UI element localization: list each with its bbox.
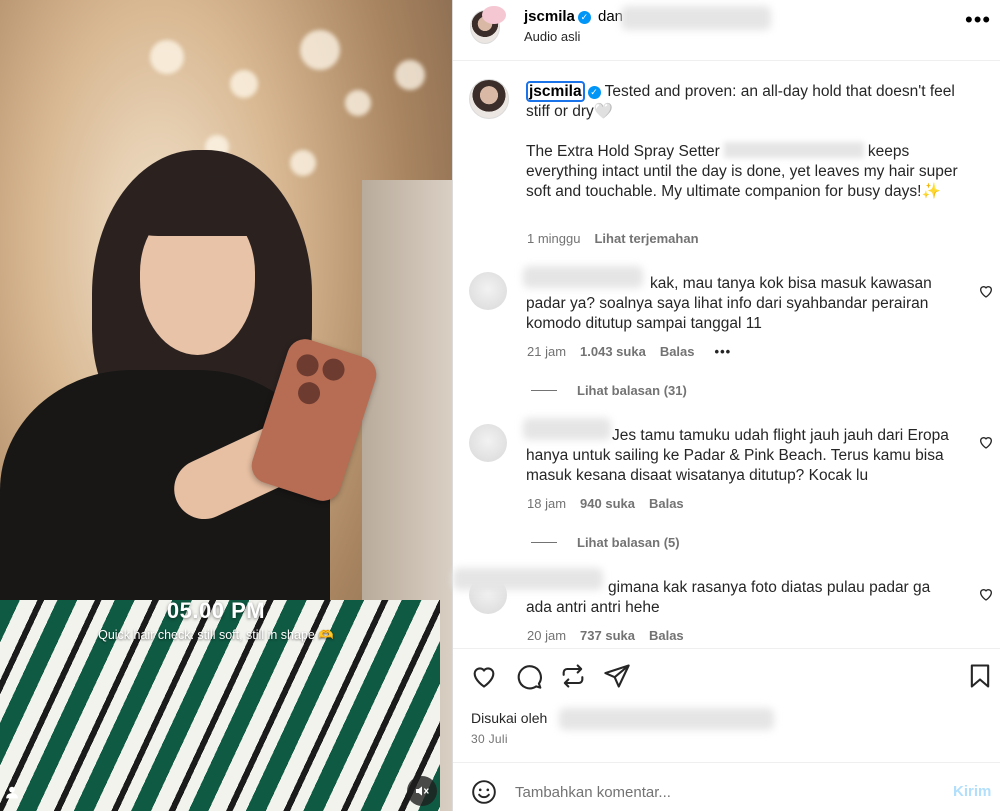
post-comment-button[interactable]: Kirim xyxy=(953,783,991,800)
comment-text: Jes tamu tamuku udah flight jauh jauh da… xyxy=(526,427,949,484)
video-time-overlay: 05.00 PM xyxy=(166,598,266,623)
comment-likes[interactable]: 940 suka xyxy=(580,496,635,511)
comment-text: gimana kak rasanya foto diatas pulau pad… xyxy=(526,579,931,616)
bokeh-light xyxy=(345,90,371,116)
comment-meta: 20 jam 737 suka Balas xyxy=(527,628,684,643)
collab-connector: dan xyxy=(598,8,624,25)
repost-icon[interactable] xyxy=(559,662,587,690)
comment-time: 20 jam xyxy=(527,628,567,643)
comment-input[interactable] xyxy=(515,776,915,808)
mute-toggle-button[interactable] xyxy=(407,776,437,806)
verified-badge-icon: ✓ xyxy=(577,11,591,24)
liked-by-text[interactable]: Disukai oleh xyxy=(471,710,547,726)
liked-by-label: Disukai oleh xyxy=(471,710,548,726)
comment-like-heart-icon[interactable] xyxy=(978,434,994,450)
comments-divider xyxy=(453,648,1000,649)
emoji-icon[interactable] xyxy=(471,779,497,805)
share-paper-plane-icon[interactable] xyxy=(603,662,631,690)
collab-avatar[interactable] xyxy=(482,6,506,24)
user-tag-icon[interactable] xyxy=(2,782,22,802)
view-replies-button[interactable]: Lihat balasan (31) xyxy=(531,383,687,398)
translate-link[interactable]: Lihat terjemahan xyxy=(594,231,698,246)
comment-text: kak, mau tanya kok bisa masuk kawasan pa… xyxy=(526,275,932,332)
bokeh-light xyxy=(230,70,258,98)
caption-meta: 1 minggu Lihat terjemahan xyxy=(527,231,699,246)
comment-time: 18 jam xyxy=(527,496,567,511)
view-replies-label[interactable]: Lihat balasan (5) xyxy=(577,535,680,550)
post-caption: jscmila ✓ Tested and proven: an all-day h… xyxy=(526,81,976,222)
comment-avatar[interactable] xyxy=(469,424,507,462)
comment-like-heart-icon[interactable] xyxy=(978,586,994,602)
comment-meta: 21 jam 1.043 suka Balas ••• xyxy=(527,344,731,359)
reply-button[interactable]: Balas xyxy=(660,344,695,359)
view-replies-label[interactable]: Lihat balasan (31) xyxy=(577,383,687,398)
caption-author-avatar[interactable] xyxy=(469,79,509,119)
comment-more-button[interactable]: ••• xyxy=(715,344,732,359)
footer-divider xyxy=(453,762,1000,763)
comment-like-heart-icon[interactable] xyxy=(978,283,994,299)
comment-likes[interactable]: 737 suka xyxy=(580,628,635,643)
header-divider xyxy=(453,60,1000,61)
caption-para2-start: The Extra Hold Spray Setter xyxy=(526,143,720,160)
comment-meta: 18 jam 940 suka Balas xyxy=(527,496,684,511)
save-bookmark-icon[interactable] xyxy=(966,662,994,690)
view-replies-button[interactable]: Lihat balasan (5) xyxy=(531,535,680,550)
speaker-muted-icon xyxy=(416,786,429,796)
bokeh-light xyxy=(395,60,425,90)
comment-time: 21 jam xyxy=(527,344,567,359)
caption-time: 1 minggu xyxy=(527,231,581,246)
reply-button[interactable]: Balas xyxy=(649,628,684,643)
post-date[interactable]: 30 Juli xyxy=(471,732,508,746)
comment-bubble-icon[interactable] xyxy=(515,662,543,690)
verified-badge-icon: ✓ xyxy=(587,86,601,99)
bokeh-light xyxy=(300,30,340,70)
redacted-mention xyxy=(723,142,864,158)
bokeh-light xyxy=(150,40,184,74)
person-bangs xyxy=(128,176,278,236)
comment-likes[interactable]: 1.043 suka xyxy=(580,344,646,359)
video-caption-overlay: Quick hair check: still soft, still in s… xyxy=(98,628,334,642)
audio-link[interactable]: Audio asli xyxy=(524,29,580,44)
author-username-text[interactable]: jscmila xyxy=(524,8,575,25)
like-heart-icon[interactable] xyxy=(470,662,498,690)
reply-button[interactable]: Balas xyxy=(649,496,684,511)
caption-username[interactable]: jscmila xyxy=(526,81,585,102)
replies-line xyxy=(531,542,557,543)
comment-avatar[interactable] xyxy=(469,272,507,310)
more-options-button[interactable]: ••• xyxy=(965,9,991,31)
redacted-liker xyxy=(559,708,774,730)
redacted-collaborator xyxy=(621,6,771,30)
author-username[interactable]: jscmila ✓ xyxy=(524,8,591,25)
bokeh-light xyxy=(290,150,316,176)
reel-video[interactable]: 05.00 PM Quick hair check: still soft, s… xyxy=(0,0,452,811)
post-actions-bar xyxy=(470,662,990,692)
post-detail-panel: jscmila ✓ dan Audio asli ••• jscmila ✓ Tes… xyxy=(452,0,1000,811)
replies-line xyxy=(531,390,557,391)
